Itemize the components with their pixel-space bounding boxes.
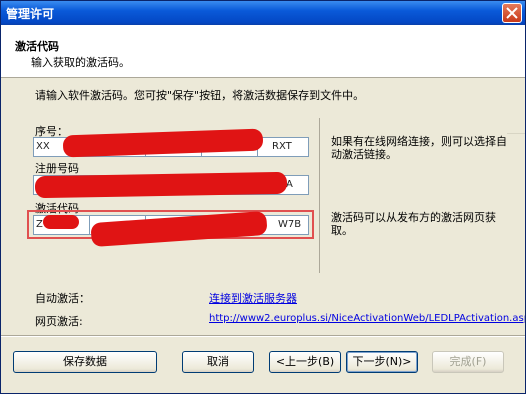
divider bbox=[319, 118, 320, 273]
auto-activation-label: 自动激活： bbox=[35, 292, 90, 305]
window-title: 管理许可 bbox=[6, 7, 55, 21]
redaction-mark bbox=[34, 171, 288, 199]
close-icon bbox=[506, 7, 518, 19]
close-button[interactable] bbox=[502, 3, 522, 23]
web-activation-label: 网页激活: bbox=[35, 315, 83, 328]
cancel-button[interactable]: 取消 bbox=[182, 351, 254, 373]
title-bar[interactable]: 管理许可 bbox=[1, 1, 525, 25]
save-data-button[interactable]: 保存数据 bbox=[13, 351, 157, 373]
web-activation-link[interactable]: http://www2.europlus.si/NiceActivationWe… bbox=[209, 313, 525, 324]
connect-server-link[interactable]: 连接到激活服务器 bbox=[209, 290, 297, 306]
serial-segment-5[interactable]: RXT bbox=[258, 138, 308, 156]
redaction-mark bbox=[43, 215, 79, 229]
header-title: 激活代码 bbox=[15, 40, 59, 53]
license-dialog: 管理许可 激活代码 输入获取的激活码。 请输入软件激活码。您可按"保存"按钮，将… bbox=[0, 0, 526, 394]
registration-label: 注册号码 bbox=[35, 162, 79, 175]
divider bbox=[507, 133, 525, 134]
back-button[interactable]: <上一步(B) bbox=[269, 351, 341, 373]
online-activation-hint: 如果有在线网络连接，则可以选择自动激活链接。 bbox=[331, 135, 507, 161]
finish-button[interactable]: 完成(F) bbox=[432, 351, 504, 373]
instruction-text: 请输入软件激活码。您可按"保存"按钮，将激活数据保存到文件中。 bbox=[35, 89, 365, 102]
divider bbox=[1, 335, 525, 337]
next-button[interactable]: 下一步(N)> bbox=[346, 351, 418, 373]
web-activation-hint: 激活码可以从发布方的激活网页获取。 bbox=[331, 211, 496, 237]
wizard-header: 激活代码 输入获取的激活码。 bbox=[1, 25, 525, 78]
header-subtitle: 输入获取的激活码。 bbox=[31, 56, 130, 69]
